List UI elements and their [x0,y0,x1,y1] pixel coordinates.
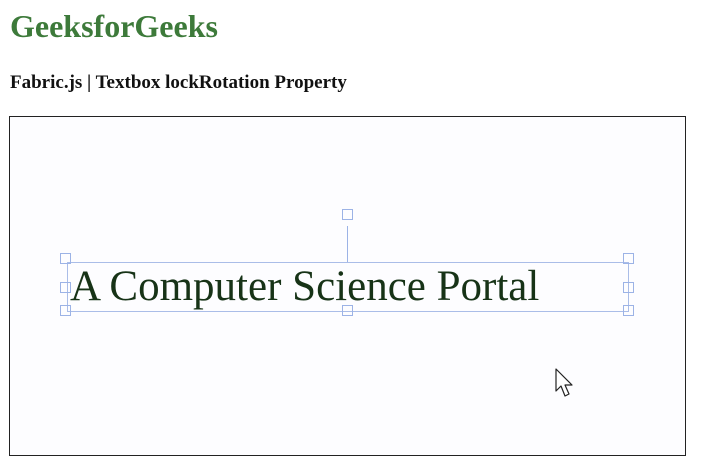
handle-top-right-icon[interactable] [623,253,634,264]
rotation-handle-icon[interactable] [342,209,353,220]
handle-bottom-left-icon[interactable] [60,305,71,316]
fabric-canvas[interactable]: A Computer Science Portal [9,116,686,456]
page-subtitle: Fabric.js | Textbox lockRotation Propert… [10,72,347,93]
mouse-pointer-icon [555,368,573,397]
rotation-control-line [347,226,348,262]
handle-middle-right-icon[interactable] [623,282,634,293]
textbox-text[interactable]: A Computer Science Portal [68,263,630,311]
handle-middle-left-icon[interactable] [60,282,71,293]
handle-bottom-middle-icon[interactable] [342,305,353,316]
site-title: GeeksforGeeks [10,8,218,44]
handle-top-left-icon[interactable] [60,253,71,264]
handle-bottom-right-icon[interactable] [623,305,634,316]
